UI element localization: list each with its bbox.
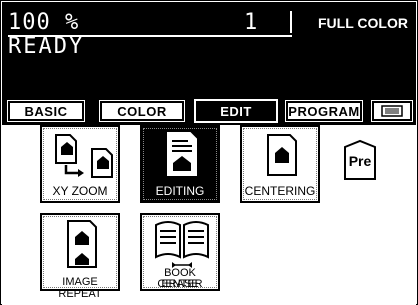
- image-repeat-button[interactable]: IMAGE REPEAT: [40, 213, 120, 300]
- book-center-erase-icon: [155, 221, 209, 268]
- editing-icon: [167, 132, 197, 176]
- tab-basic[interactable]: BASIC: [7, 100, 85, 122]
- xy-zoom-button[interactable]: XY ZOOM: [40, 125, 120, 203]
- preset-button[interactable]: Pre: [342, 139, 378, 181]
- xy-zoom-icon: [55, 134, 113, 178]
- tab-program[interactable]: PROGRAM: [285, 100, 363, 122]
- status-header: 100 % 1 FULL COLOR READY: [2, 2, 416, 96]
- image-repeat-icon: [67, 220, 97, 268]
- function-panel: XY ZOOM EDITING CENTERING Pre IMAGE REPE…: [2, 125, 416, 305]
- centering-label: CENTERING: [244, 184, 316, 198]
- copier-panel: 100 % 1 FULL COLOR READY BASIC COLOR EDI…: [0, 0, 418, 305]
- zoom-ratio: 100 %: [8, 10, 80, 35]
- tab-list-button[interactable]: [371, 100, 413, 122]
- list-icon: [381, 105, 403, 117]
- image-repeat-label: IMAGE REPEAT: [58, 276, 102, 300]
- copy-count: 1: [244, 10, 258, 35]
- xy-zoom-label: XY ZOOM: [52, 184, 108, 198]
- centering-icon: [267, 134, 297, 176]
- count-divider: [290, 11, 292, 33]
- color-mode-indicator: FULL COLOR: [318, 15, 408, 31]
- tab-bar: BASIC COLOR EDIT PROGRAM: [2, 96, 416, 125]
- preset-label: Pre: [348, 153, 372, 169]
- tab-edit[interactable]: EDIT: [194, 99, 278, 123]
- book-center-erase-label-line2: ERASE: [161, 278, 199, 290]
- editing-button[interactable]: EDITING: [140, 125, 220, 203]
- book-center-erase-button[interactable]: BOOK CENTER ERASE: [140, 213, 220, 291]
- tab-color[interactable]: COLOR: [99, 100, 185, 122]
- status-message: READY: [8, 34, 85, 59]
- centering-button[interactable]: CENTERING: [240, 125, 320, 203]
- editing-label: EDITING: [155, 184, 205, 198]
